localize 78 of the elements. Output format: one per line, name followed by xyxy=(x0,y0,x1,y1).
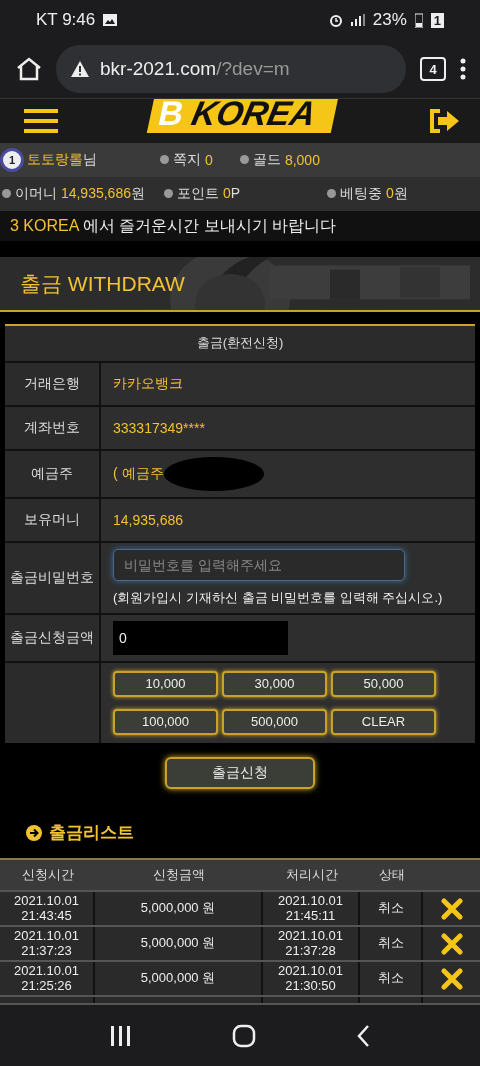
amount-field[interactable]: 0 xyxy=(113,620,288,655)
password-field[interactable]: 비밀번호를 입력해주세요 xyxy=(113,548,405,581)
alarm-icon xyxy=(328,13,343,27)
field-label: 출금신청금액 xyxy=(10,628,94,647)
home-icon[interactable] xyxy=(232,1023,256,1048)
column-header: 신청금액 xyxy=(95,860,263,890)
field-label: 거래은행 xyxy=(24,374,80,393)
welcome-notice: 3 KOREA 에서 즐거운시간 보내시기 바랍니다 xyxy=(10,215,337,236)
column-header: 처리시간 xyxy=(263,860,360,890)
field-label: 계좌번호 xyxy=(24,418,80,437)
table-cell: 취소 xyxy=(360,962,423,995)
stat-value: 0 xyxy=(204,151,213,168)
sim-badge: 1 xyxy=(430,12,444,28)
delete-icon[interactable] xyxy=(440,897,463,920)
balance-item: 베팅중 0원 xyxy=(340,184,408,203)
table-cell: 2021.10.01 21:43:45 xyxy=(0,892,95,925)
bullet-icon xyxy=(2,189,11,199)
signal-icon xyxy=(350,14,365,26)
balance-item: 이머니 14,935,686원 xyxy=(15,184,145,203)
header-cell xyxy=(423,860,480,890)
warning-icon xyxy=(70,60,90,78)
table-cell: 5,000,000 원 xyxy=(95,927,263,960)
submit-button[interactable]: 출금신청 xyxy=(165,756,315,789)
image-icon xyxy=(103,14,118,26)
table-cell: 취소 xyxy=(360,927,423,960)
table-cell: 2021.10.01 21:25:26 xyxy=(0,962,95,995)
balance-item: 포인트 0P xyxy=(177,184,241,203)
amount-button[interactable]: 10,000 xyxy=(113,670,218,697)
amount-button[interactable]: 30,000 xyxy=(222,670,327,697)
amount-button[interactable]: 100,000 xyxy=(113,708,218,735)
user-nickname: 토토랑롤님 xyxy=(27,150,97,169)
bullet-icon xyxy=(327,189,336,199)
table-cell: 2021.10.01 21:45:11 xyxy=(263,892,360,925)
battery-icon xyxy=(414,12,423,28)
stat-value: 8,000 xyxy=(284,151,320,168)
column-header: 신청시간 xyxy=(0,860,95,890)
field-label: 출금비밀번호 xyxy=(10,568,94,587)
status-time: KT 9:46 xyxy=(36,10,96,30)
field-value: ( 예금주 xyxy=(113,464,164,483)
delete-icon[interactable] xyxy=(440,967,463,990)
amount-button[interactable]: 500,000 xyxy=(222,708,327,735)
recent-apps-icon[interactable] xyxy=(110,1024,132,1047)
stat-label: 쪽지 xyxy=(173,150,201,169)
amount-button[interactable]: CLEAR xyxy=(331,708,436,735)
site-logo[interactable]: B KOREA xyxy=(146,99,340,133)
column-header: 상태 xyxy=(360,860,423,890)
bullet-icon xyxy=(164,189,173,199)
address-bar[interactable]: bkr-2021.com/?dev=m xyxy=(56,45,406,93)
page-title: 출금 WITHDRAW xyxy=(20,270,185,297)
field-label: 보유머니 xyxy=(24,510,80,529)
delete-icon[interactable] xyxy=(440,932,463,955)
level-badge: 1 xyxy=(0,147,24,172)
bullet-icon xyxy=(240,155,249,165)
table-cell: 2021.10.01 21:37:23 xyxy=(0,927,95,960)
menu-icon[interactable] xyxy=(24,109,58,133)
arrow-circle-icon xyxy=(25,823,43,842)
field-label: 예금주 xyxy=(31,464,73,483)
field-value: 333317349**** xyxy=(113,419,206,436)
logout-icon[interactable] xyxy=(428,108,460,134)
battery-percent: 23% xyxy=(372,10,407,30)
table-cell: 2021.10.01 21:37:28 xyxy=(263,927,360,960)
table-cell: 2021.10.01 21:30:50 xyxy=(263,962,360,995)
url-text: bkr-2021.com/?dev=m xyxy=(100,58,290,80)
menu-icon[interactable] xyxy=(460,58,466,80)
table-cell: 5,000,000 원 xyxy=(95,962,263,995)
password-hint: (회원가입시 기재하신 출금 비밀번호를 입력해 주십시오.) xyxy=(113,588,444,607)
field-value: 카카오뱅크 xyxy=(113,374,184,393)
amount-button[interactable]: 50,000 xyxy=(331,670,436,697)
back-icon[interactable] xyxy=(356,1023,370,1048)
home-icon[interactable] xyxy=(16,57,42,81)
table-cell: 취소 xyxy=(360,892,423,925)
list-title: 출금리스트 xyxy=(49,822,134,844)
table-cell: 5,000,000 원 xyxy=(95,892,263,925)
stat-label: 골드 xyxy=(253,150,281,169)
tab-count-button[interactable]: 4 xyxy=(420,57,446,81)
bullet-icon xyxy=(160,155,169,165)
field-value: 14,935,686 xyxy=(113,511,185,528)
form-title: 출금(환전신청) xyxy=(196,334,284,353)
